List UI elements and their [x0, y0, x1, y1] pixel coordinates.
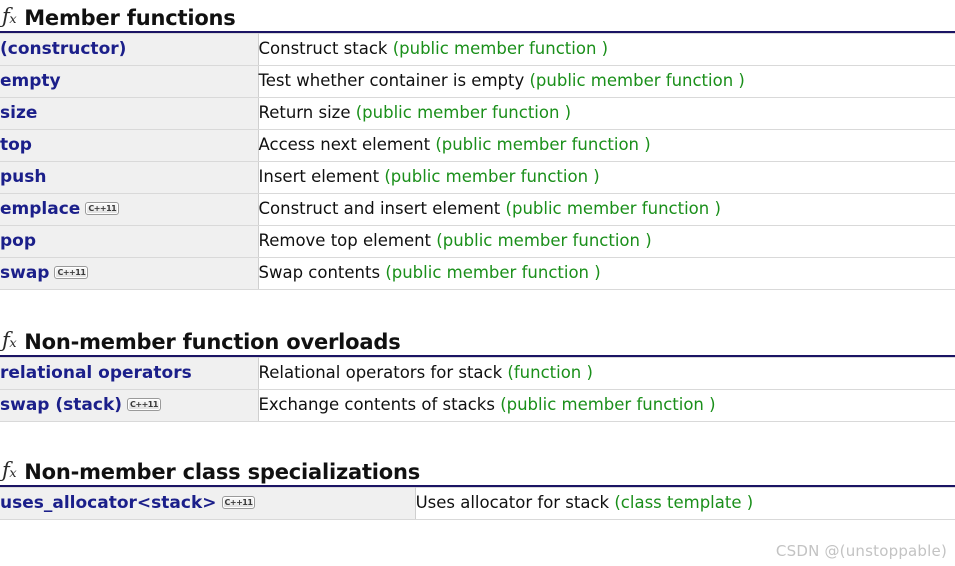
function-description-cell: Exchange contents of stacks (public memb…: [258, 389, 955, 422]
description-kind: (public member function ): [436, 231, 652, 251]
function-name-cell[interactable]: relational operators: [0, 357, 259, 390]
description-kind: (public member function ): [385, 263, 601, 283]
description-kind: (public member function ): [384, 167, 600, 187]
description-text: Construct and insert element: [258, 199, 506, 219]
table-row[interactable]: emplace C++11 Construct and insert elemen…: [0, 193, 955, 226]
function-description-cell: Swap contents (public member function ): [258, 257, 955, 290]
function-link[interactable]: top: [0, 135, 32, 155]
reference-page: ƒₓ Member functions (constructor) Constr…: [0, 0, 955, 566]
function-description-cell: Construct and insert element (public mem…: [258, 193, 955, 226]
function-name-cell[interactable]: pop: [0, 225, 259, 258]
function-name-cell[interactable]: emplace C++11: [0, 193, 259, 226]
description-text: Construct stack: [258, 39, 393, 59]
section-title: Non-member class specializations: [24, 459, 421, 484]
section-non-member-class-specializations: ƒₓ Non-member class specializations uses…: [0, 460, 955, 520]
function-link[interactable]: pop: [0, 231, 36, 251]
table-row[interactable]: size Return size (public member function…: [0, 97, 955, 130]
description-kind: (public member function ): [529, 71, 745, 91]
section-title: Member functions: [24, 5, 236, 30]
section-heading: ƒₓ Non-member class specializations: [0, 460, 955, 487]
description-text: Exchange contents of stacks: [258, 395, 501, 415]
description-text: Access next element: [258, 135, 436, 155]
fx-icon: ƒₓ: [2, 328, 17, 352]
description-kind: (public member function ): [435, 135, 651, 155]
table-row[interactable]: swap (stack) C++11 Exchange contents of s…: [0, 389, 955, 422]
section-non-member-function-overloads: ƒₓ Non-member function overloads relatio…: [0, 330, 955, 422]
section-member-functions: ƒₓ Member functions (constructor) Constr…: [0, 6, 955, 290]
section-title: Non-member function overloads: [24, 329, 401, 354]
watermark: CSDN @(unstoppable): [775, 542, 947, 560]
table-row[interactable]: pop Remove top element (public member fu…: [0, 225, 955, 258]
function-name-cell[interactable]: top: [0, 129, 259, 162]
function-description-cell: Test whether container is empty (public …: [258, 65, 955, 98]
function-description-cell: Construct stack (public member function …: [258, 33, 955, 66]
function-name-cell[interactable]: swap C++11: [0, 257, 259, 290]
function-description-cell: Return size (public member function ): [258, 97, 955, 130]
description-text: Swap contents: [258, 263, 386, 283]
function-link[interactable]: empty: [0, 71, 61, 91]
description-text: Test whether container is empty: [258, 71, 530, 91]
function-description-cell: Relational operators for stack (function…: [258, 357, 955, 390]
description-text: Return size: [258, 103, 356, 123]
function-link[interactable]: size: [0, 103, 37, 123]
function-link[interactable]: swap: [0, 263, 49, 283]
function-description-cell: Uses allocator for stack (class template…: [415, 487, 955, 520]
description-kind: (public member function ): [392, 39, 609, 59]
fx-icon: ƒₓ: [2, 4, 17, 28]
cpp11-badge-icon: C++11: [85, 201, 120, 215]
function-link[interactable]: emplace: [0, 199, 80, 219]
function-name-cell[interactable]: size: [0, 97, 259, 130]
description-kind: (function ): [507, 363, 593, 383]
function-name-cell[interactable]: empty: [0, 65, 259, 98]
table-row[interactable]: uses_allocator<stack> C++11 Uses allocato…: [0, 487, 955, 520]
table-row[interactable]: top Access next element (public member f…: [0, 129, 955, 162]
function-link[interactable]: relational operators: [0, 363, 192, 383]
function-name-cell[interactable]: swap (stack) C++11: [0, 389, 259, 422]
function-link[interactable]: uses_allocator<stack>: [0, 493, 217, 513]
function-description-cell: Access next element (public member funct…: [258, 129, 955, 162]
table-row[interactable]: swap C++11 Swap contents (public member f…: [0, 257, 955, 290]
function-name-cell[interactable]: push: [0, 161, 259, 194]
description-kind: (public member function ): [500, 395, 716, 415]
cpp11-badge-icon: C++11: [127, 397, 161, 411]
member-functions-table: (constructor) Construct stack (public me…: [0, 33, 955, 290]
description-text: Uses allocator for stack: [415, 493, 615, 513]
description-kind: (class template ): [614, 493, 754, 513]
fx-icon: ƒₓ: [2, 458, 17, 482]
description-kind: (public member function ): [505, 199, 721, 219]
section-heading: ƒₓ Non-member function overloads: [0, 330, 955, 357]
cpp11-badge-icon: C++11: [54, 265, 89, 279]
description-text: Remove top element: [258, 231, 437, 251]
cpp11-badge-icon: C++11: [221, 495, 256, 509]
function-name-cell[interactable]: uses_allocator<stack> C++11: [0, 487, 416, 520]
function-link[interactable]: swap (stack): [0, 395, 122, 415]
non-member-overloads-table: relational operators Relational operator…: [0, 357, 955, 422]
section-heading: ƒₓ Member functions: [0, 6, 955, 33]
description-text: Insert element: [258, 167, 385, 187]
table-row[interactable]: empty Test whether container is empty (p…: [0, 65, 955, 98]
table-row[interactable]: push Insert element (public member funct…: [0, 161, 955, 194]
table-row[interactable]: (constructor) Construct stack (public me…: [0, 33, 955, 66]
description-kind: (public member function ): [355, 103, 572, 123]
function-link[interactable]: push: [0, 167, 47, 187]
description-text: Relational operators for stack: [258, 363, 508, 383]
function-link[interactable]: (constructor): [0, 39, 126, 59]
function-name-cell[interactable]: (constructor): [0, 33, 259, 66]
table-row[interactable]: relational operators Relational operator…: [0, 357, 955, 390]
function-description-cell: Insert element (public member function ): [258, 161, 955, 194]
function-description-cell: Remove top element (public member functi…: [258, 225, 955, 258]
class-specializations-table: uses_allocator<stack> C++11 Uses allocato…: [0, 487, 955, 520]
